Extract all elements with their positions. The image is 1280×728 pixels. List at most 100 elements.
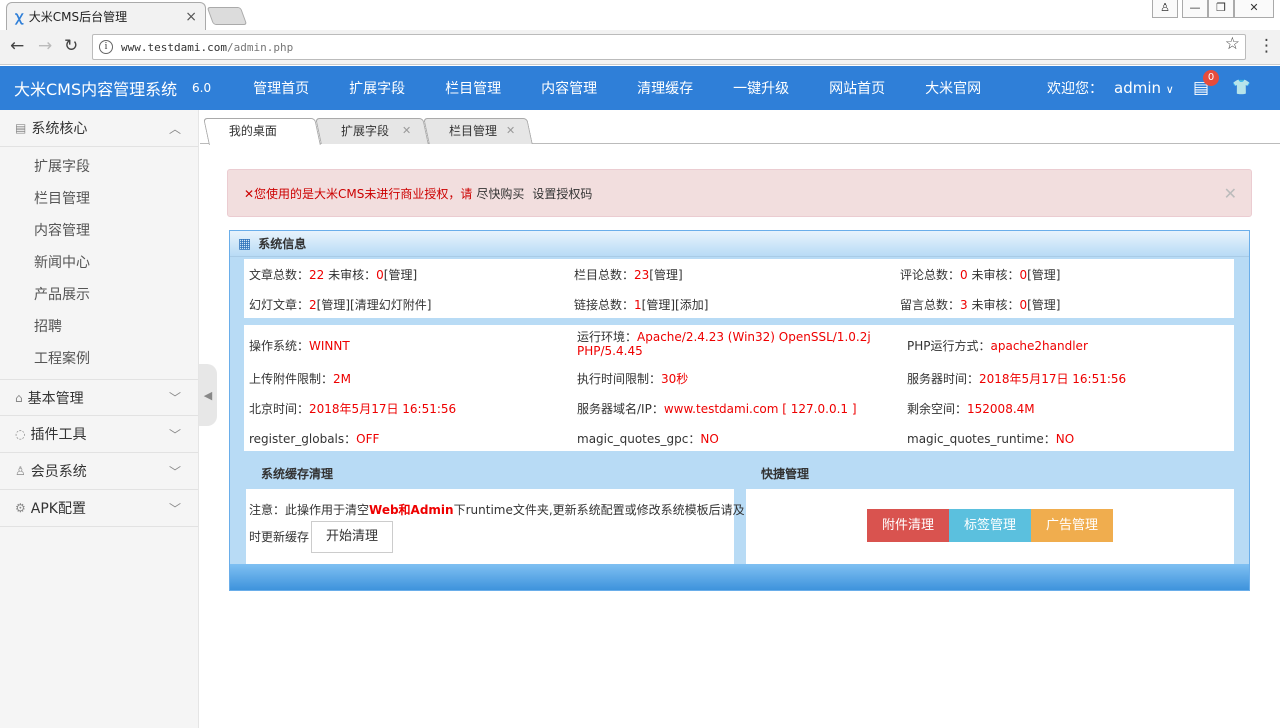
- tab-my-desktop[interactable]: 我的桌面: [203, 118, 321, 145]
- forward-icon[interactable]: →: [38, 36, 52, 56]
- sidebar-group-plugins[interactable]: ◌ 插件工具 ﹀: [0, 416, 198, 453]
- nav-official-site[interactable]: 大米官网: [905, 78, 1001, 98]
- sidebar-group-system-core[interactable]: ▤ 系统核心 ︿: [0, 110, 198, 147]
- book-icon: ▤: [15, 121, 27, 135]
- message-stats: 留言总数：3 未审核：0[管理]: [900, 296, 1061, 313]
- profile-icon[interactable]: ♙: [1152, 0, 1178, 18]
- theme-shirt-icon[interactable]: 👕: [1232, 78, 1251, 96]
- os-info: 操作系统：WINNT: [249, 337, 350, 354]
- link-total: 1: [634, 298, 642, 312]
- tab-close-icon[interactable]: ✕: [402, 119, 411, 143]
- column-manage-link[interactable]: [管理]: [649, 268, 682, 282]
- table-icon: ▦: [238, 235, 252, 252]
- panel-title: 系统信息: [258, 237, 307, 251]
- link-manage-link[interactable]: [管理]: [642, 298, 675, 312]
- sidebar-collapse-handle[interactable]: ◀: [199, 364, 217, 426]
- user-icon: ♙: [15, 464, 26, 478]
- message-label: 留言总数：: [900, 298, 961, 312]
- exec-info: 执行时间限制：30秒: [577, 370, 688, 387]
- beijing-time-value: 2018年5月17日 16:51:56: [309, 402, 457, 416]
- browser-tab[interactable]: ꭓ 大米CMS后台管理 ×: [6, 2, 206, 30]
- sidebar-item-content[interactable]: 内容管理: [0, 215, 198, 247]
- cache-section: 注意：此操作用于清空Web和Admin下runtime文件夹,更新系统配置或修改…: [246, 489, 745, 564]
- set-license-link[interactable]: 设置授权码: [532, 185, 592, 202]
- tab-columns[interactable]: 栏目管理 ✕: [423, 118, 533, 144]
- tab-close-icon[interactable]: ✕: [506, 119, 515, 143]
- sidebar-group-label: 插件工具: [30, 427, 87, 443]
- column-label: 栏目总数：: [574, 268, 635, 282]
- sidebar-item-extend-fields[interactable]: 扩展字段: [0, 151, 198, 183]
- tag-manage-button[interactable]: 标签管理: [949, 509, 1031, 542]
- restore-button[interactable]: ❐: [1208, 0, 1234, 18]
- sidebar-item-cases[interactable]: 工程案例: [0, 343, 198, 375]
- quick-section-title: 快捷管理: [761, 467, 810, 481]
- nav-site-home[interactable]: 网站首页: [809, 78, 905, 98]
- browser-tab-title: 大米CMS后台管理: [28, 10, 128, 24]
- slide-stats: 幻灯文章：2[管理][清理幻灯附件]: [249, 296, 431, 313]
- sidebar-group-basic[interactable]: ⌂ 基本管理 ﹀: [0, 379, 198, 416]
- new-tab-button[interactable]: [206, 7, 248, 25]
- close-window-button[interactable]: ✕: [1234, 0, 1274, 18]
- tab-label: 我的桌面: [228, 124, 277, 138]
- minimize-button[interactable]: —: [1182, 0, 1208, 18]
- slide-manage-link[interactable]: [管理]: [317, 298, 350, 312]
- cache-section-title: 系统缓存清理: [261, 467, 334, 481]
- browser-menu-icon[interactable]: ⋮: [1258, 36, 1275, 56]
- alert-text: ✕您使用的是大米CMS未进行商业授权，请: [244, 186, 473, 201]
- nav-extend-fields[interactable]: 扩展字段: [329, 78, 425, 98]
- ad-manage-button[interactable]: 广告管理: [1031, 509, 1113, 542]
- user-menu[interactable]: admin ∨: [1114, 79, 1174, 97]
- home-icon: ⌂: [15, 390, 23, 405]
- message-total: 3: [960, 298, 968, 312]
- sidebar-item-jobs[interactable]: 招聘: [0, 311, 198, 343]
- nav-clear-cache[interactable]: 清理缓存: [617, 78, 713, 98]
- info-icon[interactable]: i: [99, 40, 113, 54]
- chevron-up-icon: ︿: [168, 121, 181, 136]
- sidebar-item-products[interactable]: 产品展示: [0, 279, 198, 311]
- php-mode-value: apache2handler: [990, 339, 1088, 353]
- cache-note-suffix: 下runtime文件夹,更新系统配置或修改系统模板后请及: [453, 503, 745, 517]
- message-pending: 0: [1019, 298, 1028, 312]
- link-add-link[interactable]: [添加]: [675, 298, 708, 312]
- close-icon[interactable]: ✕: [1224, 184, 1237, 203]
- sidebar-item-columns[interactable]: 栏目管理: [0, 183, 198, 215]
- message-manage-link[interactable]: [管理]: [1027, 298, 1060, 312]
- sidebar-group-apk[interactable]: ⚙ APK配置 ﹀: [0, 490, 198, 527]
- brand-title: 大米CMS内容管理系统: [14, 80, 178, 99]
- start-clear-button[interactable]: 开始清理: [311, 521, 393, 553]
- comment-pending: 0: [1019, 268, 1028, 282]
- nav-content[interactable]: 内容管理: [521, 78, 617, 98]
- nav-upgrade[interactable]: 一键升级: [713, 78, 809, 98]
- buy-link[interactable]: 尽快购买: [476, 185, 524, 202]
- back-icon[interactable]: ←: [10, 36, 24, 56]
- upload-value: 2M: [333, 372, 352, 386]
- message-badge: 0: [1203, 70, 1219, 86]
- slide-clear-link[interactable]: [清理幻灯附件]: [350, 298, 431, 312]
- beijing-time-info: 北京时间：2018年5月17日 16:51:56: [249, 400, 456, 417]
- panel-footer: [230, 564, 1249, 590]
- exec-value: 30秒: [661, 372, 689, 386]
- comment-manage-link[interactable]: [管理]: [1027, 268, 1060, 282]
- url-field[interactable]: i www.testdami.com/admin.php: [92, 34, 1246, 60]
- server-time-label: 服务器时间：: [907, 372, 980, 386]
- reload-icon[interactable]: ↻: [64, 36, 78, 56]
- sidebar-group-label: 系统核心: [31, 121, 88, 137]
- runtime-label: 运行环境：: [577, 330, 638, 344]
- tab-close-icon[interactable]: ×: [185, 9, 197, 25]
- bookmark-star-icon[interactable]: ☆: [1225, 34, 1240, 54]
- nav-home[interactable]: 管理首页: [233, 78, 329, 98]
- link-label: 链接总数：: [574, 298, 635, 312]
- sidebar-group-members[interactable]: ♙ 会员系统 ﹀: [0, 453, 198, 490]
- register-globals-value: OFF: [356, 432, 380, 446]
- system-info-panel: ▦ 系统信息 文章总数：22 未审核：0[管理] 栏目总数：23[管理] 评论总…: [229, 230, 1250, 591]
- gear-icon: ⚙: [15, 501, 26, 515]
- nav-columns[interactable]: 栏目管理: [425, 78, 521, 98]
- article-manage-link[interactable]: [管理]: [384, 268, 417, 282]
- url-host: www.testdami.com: [121, 40, 227, 54]
- domain-label: 服务器域名/IP：: [577, 402, 664, 416]
- chevron-down-icon: ﹀: [168, 464, 181, 479]
- article-label: 文章总数：: [249, 268, 310, 282]
- attachment-clean-button[interactable]: 附件清理: [867, 509, 949, 542]
- sidebar-item-news[interactable]: 新闻中心: [0, 247, 198, 279]
- tab-extend-fields[interactable]: 扩展字段 ✕: [315, 118, 429, 144]
